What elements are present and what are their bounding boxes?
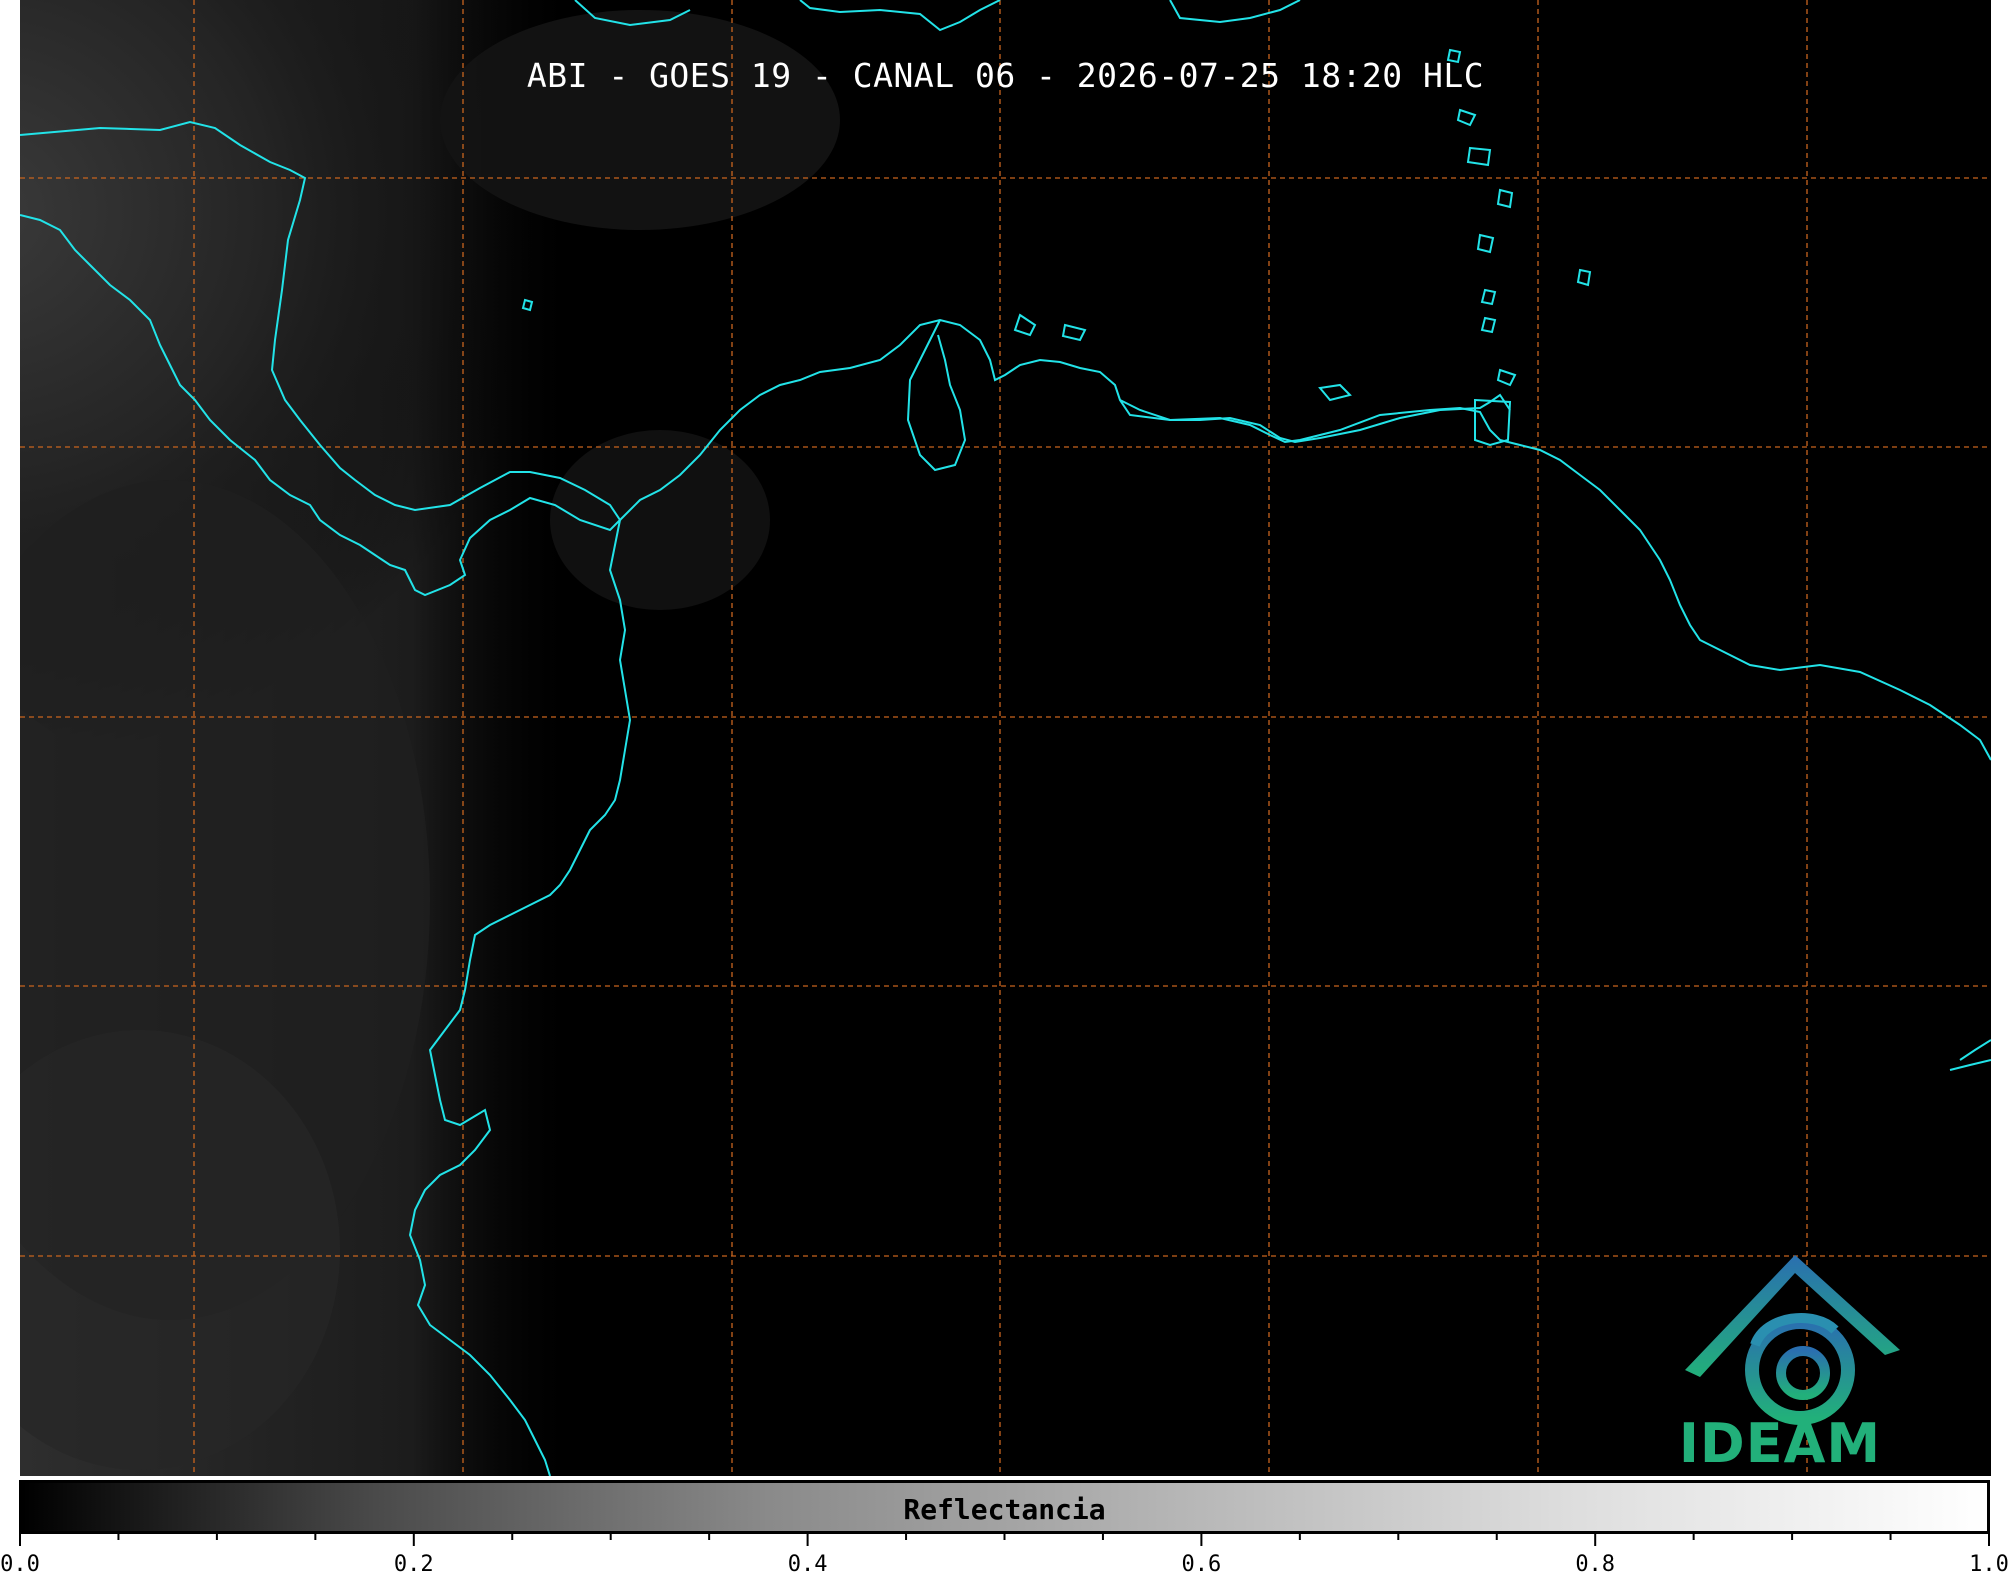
island-st-lucia	[1480, 288, 1497, 306]
island-grenada	[1496, 368, 1517, 387]
colorbar-tick-label: 1.0	[1969, 1552, 2009, 1577]
colorbar-tick-label: 0.0	[0, 1552, 40, 1577]
colorbar-tick-label: 0.8	[1575, 1552, 1616, 1577]
colorbar-label: Reflectancia	[903, 1493, 1106, 1526]
coastline-puerto-rico	[1169, 0, 1301, 24]
island-margarita	[1318, 383, 1352, 402]
island-curacao	[1061, 323, 1087, 342]
colorbar-tick-label: 0.2	[393, 1552, 434, 1577]
logo-text: IDEAM	[1678, 1412, 1882, 1475]
coastline-venezuela-east	[1119, 393, 1511, 444]
ideam-logo: IDEAM	[1660, 1250, 1900, 1475]
colorbar-tick-label: 0.6	[1181, 1552, 1222, 1577]
coastline-ecuador-pacific	[1949, 1059, 1991, 1071]
island-guadeloupe	[1466, 146, 1492, 167]
cloud-layer	[20, 0, 840, 1476]
colorbar: Reflectancia	[19, 1480, 1990, 1534]
coastline-hispaniola	[799, 0, 1001, 32]
map-title: ABI - GOES 19 - CANAL 06 - 2026-07-25 18…	[526, 56, 1485, 95]
colorbar-ticks	[19, 1532, 1990, 1546]
island-barbados	[1576, 268, 1592, 287]
coastline-panama-colombia	[619, 318, 1991, 761]
satellite-map: ABI - GOES 19 - CANAL 06 - 2026-07-25 18…	[20, 0, 1991, 1476]
colorbar-tick-label: 0.4	[787, 1552, 828, 1577]
island-aruba	[1013, 313, 1037, 337]
island-st-vincent	[1480, 316, 1497, 334]
coastline-pacific-east	[1959, 1039, 1991, 1061]
island-martinique	[1476, 233, 1495, 254]
island-dominica	[1496, 188, 1514, 209]
